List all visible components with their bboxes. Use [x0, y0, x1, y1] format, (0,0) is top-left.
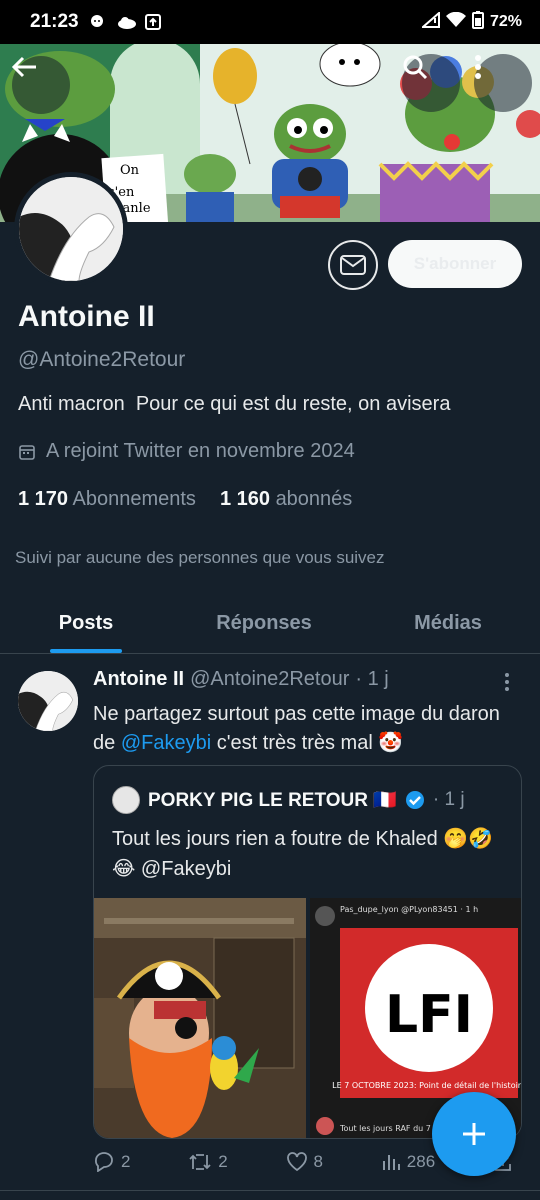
views-button[interactable]: 286	[381, 1152, 435, 1172]
follow-button[interactable]: S'abonner	[388, 240, 522, 288]
lfi-footer-text: Tout les jours RAF du 7 oc	[339, 1124, 443, 1133]
search-icon	[403, 55, 428, 80]
quoted-tweet[interactable]: PORKY PIG LE RETOUR 🇫🇷 · 1 j Tout les jo…	[93, 765, 522, 1139]
upload-icon	[144, 14, 163, 30]
battery-icon	[471, 10, 484, 34]
vertical-dots-icon	[475, 55, 481, 79]
quote-header: PORKY PIG LE RETOUR 🇫🇷 · 1 j	[112, 786, 465, 814]
profile-bio: Anti macron Pour ce qui est du reste, on…	[18, 393, 451, 415]
back-button[interactable]	[12, 56, 70, 114]
lfi-header-text: Pas_dupe_lyon @PLyon83451 · 1 h	[340, 905, 478, 914]
following-link[interactable]: 1 170 Abonnements	[18, 488, 196, 511]
followers-count: 1 160	[219, 488, 270, 510]
reply-button[interactable]: 2	[93, 1152, 130, 1172]
profile-tabs: Posts Réponses Médias	[0, 594, 540, 654]
following-count: 1 170	[18, 488, 69, 510]
profile-avatar[interactable]	[14, 172, 128, 286]
reply-count: 2	[121, 1152, 131, 1171]
tab-media[interactable]: Médias	[356, 594, 540, 653]
arrow-left-icon	[12, 56, 36, 78]
tweet-text-end: c'est très très mal 🤡	[211, 732, 404, 754]
quote-author: PORKY PIG LE RETOUR 🇫🇷	[148, 790, 397, 811]
profile-handle: @Antoine2Retour	[18, 348, 186, 371]
tweet-header: Antoine II @Antoine2Retour · 1 j	[93, 668, 389, 691]
tweet-handle[interactable]: @Antoine2Retour	[190, 668, 349, 691]
heart-icon	[286, 1152, 307, 1172]
joined-text: A rejoint Twitter en novembre 2024	[46, 440, 355, 462]
battery-level: 72%	[489, 13, 522, 30]
chat-notification-icon	[89, 14, 107, 30]
followed-by-text: Suivi par aucune des personnes que vous …	[15, 548, 385, 567]
calendar-icon	[19, 444, 35, 460]
vertical-dots-icon	[505, 673, 509, 691]
quote-text: Tout les jours rien a foutre de Khaled 🤭…	[112, 828, 494, 880]
tweet-more-button[interactable]	[504, 672, 510, 692]
next-tweet-edge	[0, 1190, 540, 1200]
verified-badge-icon	[405, 791, 424, 809]
following-label: Abonnements	[72, 488, 196, 510]
tab-replies[interactable]: Réponses	[172, 594, 356, 653]
signal-alert-icon	[420, 10, 440, 33]
message-button[interactable]	[328, 240, 378, 290]
followers-link[interactable]: 1 160 abonnés	[220, 488, 352, 511]
compose-button[interactable]	[432, 1092, 516, 1176]
pirate-meme-image	[94, 898, 306, 1138]
reply-icon	[95, 1152, 113, 1172]
wifi-icon	[445, 11, 466, 33]
plus-icon	[463, 1123, 485, 1145]
status-time: 21:23	[30, 11, 79, 32]
like-count: 8	[313, 1152, 323, 1171]
views-count: 286	[406, 1152, 436, 1171]
quote-time: · 1 j	[432, 789, 465, 810]
more-options-button[interactable]	[474, 54, 532, 112]
followers-label: abonnés	[275, 488, 353, 510]
profile-name: Antoine II	[18, 300, 155, 333]
status-bar: 21:23 72%	[0, 0, 540, 44]
tab-posts[interactable]: Posts	[0, 594, 172, 653]
tweet-author[interactable]: Antoine II	[93, 668, 184, 691]
bar-chart-icon	[382, 1155, 400, 1170]
tweet-text: Ne partagez surtout pas cette image du d…	[93, 700, 523, 758]
quote-image-pirate[interactable]	[94, 898, 306, 1138]
envelope-icon	[340, 255, 366, 275]
quote-avatar	[112, 786, 140, 814]
avatar-arm-image	[18, 671, 78, 731]
search-button[interactable]	[402, 54, 460, 112]
retweet-count: 2	[218, 1152, 228, 1171]
retweet-icon	[189, 1154, 211, 1170]
cloud-icon	[117, 14, 136, 30]
avatar-arm-image	[19, 177, 123, 281]
follow-counts: 1 170 Abonnements 1 160 abonnés	[18, 488, 352, 511]
tweet-avatar[interactable]	[18, 671, 78, 731]
retweet-button[interactable]: 2	[188, 1152, 228, 1172]
joined-date: A rejoint Twitter en novembre 2024	[18, 440, 355, 463]
tweet-mention-link[interactable]: @Fakeybi	[121, 732, 211, 754]
lfi-caption-text: LE 7 OCTOBRE 2023: Point de détail de l'…	[332, 1080, 522, 1090]
like-button[interactable]: 8	[286, 1152, 323, 1172]
lfi-logo-text: LFI	[385, 985, 473, 1045]
tweet-time: · 1 j	[355, 668, 389, 690]
svg-text:On: On	[120, 163, 140, 178]
